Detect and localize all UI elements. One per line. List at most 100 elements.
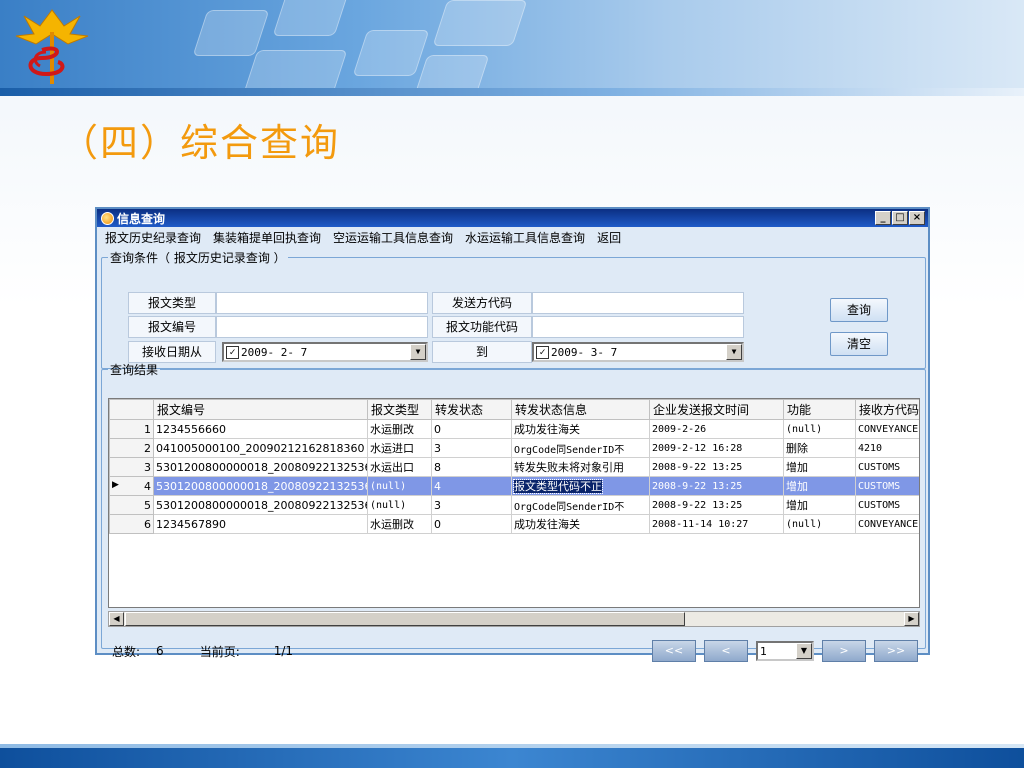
table-row-selected[interactable]: ▶ 4 5301200800000018_20080922132536 (null… xyxy=(109,476,919,496)
close-button[interactable]: × xyxy=(909,211,925,225)
cell-function[interactable]: 删除 xyxy=(783,438,856,458)
cell-receiver[interactable]: CUSTOMS xyxy=(855,457,919,477)
cell-function[interactable]: 增加 xyxy=(783,476,856,496)
cell-send-time[interactable]: 2008-9-22 13:25 xyxy=(649,495,784,515)
date-to-picker[interactable]: ✓ 2009- 3- 7 ▼ xyxy=(532,342,744,362)
cell-receiver[interactable]: CUSTOMS xyxy=(855,495,919,515)
clear-button[interactable]: 清空 xyxy=(830,332,888,356)
cell-send-time[interactable]: 2008-11-14 10:27 xyxy=(649,514,784,534)
results-grid[interactable]: 报文编号 报文类型 转发状态 转发状态信息 企业发送报文时间 功能 接收方代码 … xyxy=(108,398,920,608)
scroll-thumb[interactable] xyxy=(125,612,685,626)
app-icon xyxy=(101,211,114,225)
cell-receiver[interactable]: CONVEYANCE xyxy=(855,514,919,534)
cell-msg-type[interactable]: 水运删改 xyxy=(367,419,432,439)
cell-status-info[interactable]: OrgCode同SenderID不 xyxy=(511,495,650,515)
cell-msg-type[interactable]: (null) xyxy=(367,476,432,496)
menu-water-transport[interactable]: 水运运输工具信息查询 xyxy=(465,229,585,246)
column-header[interactable]: 转发状态信息 xyxy=(511,399,650,420)
column-header[interactable]: 功能 xyxy=(783,399,856,420)
menu-container-receipt[interactable]: 集装箱提单回执查询 xyxy=(213,229,321,246)
row-number: 3 xyxy=(109,457,154,477)
scroll-left-icon[interactable]: ◀ xyxy=(109,612,124,626)
func-code-input[interactable] xyxy=(532,316,744,338)
chevron-down-icon[interactable]: ▼ xyxy=(410,344,426,360)
row-number: 1 xyxy=(109,419,154,439)
cell-msg-type[interactable]: 水运进口 xyxy=(367,438,432,458)
chevron-down-icon[interactable]: ▼ xyxy=(726,344,742,360)
cell-status[interactable]: 3 xyxy=(431,495,512,515)
scroll-right-icon[interactable]: ▶ xyxy=(904,612,919,626)
cell-status-info[interactable]: 报文类型代码不正 xyxy=(511,476,650,496)
sender-code-input[interactable] xyxy=(532,292,744,314)
cell-msg-type[interactable]: 水运出口 xyxy=(367,457,432,477)
maximize-button[interactable]: □ xyxy=(892,211,908,225)
cell-receiver[interactable]: CONVEYANCE xyxy=(855,419,919,439)
first-page-button[interactable]: << xyxy=(652,640,696,662)
cell-function[interactable]: 增加 xyxy=(783,495,856,515)
cell-send-time[interactable]: 2009-2-12 16:28 xyxy=(649,438,784,458)
cell-msg-no[interactable]: 5301200800000018_20080922132536 xyxy=(153,495,368,515)
cell-function[interactable]: 增加 xyxy=(783,457,856,477)
msg-type-label: 报文类型 xyxy=(128,292,216,314)
menu-message-history[interactable]: 报文历史纪录查询 xyxy=(105,229,201,246)
cell-msg-type[interactable]: (null) xyxy=(367,495,432,515)
table-row[interactable]: 6 1234567890 水运删改 0 成功发往海关 2008-11-14 10… xyxy=(109,514,919,534)
next-page-button[interactable]: > xyxy=(822,640,866,662)
table-row[interactable]: 5 5301200800000018_20080922132536 (null)… xyxy=(109,495,919,515)
chevron-down-icon[interactable]: ▼ xyxy=(796,643,812,659)
row-number: 2 xyxy=(109,438,154,458)
cell-status[interactable]: 0 xyxy=(431,419,512,439)
cell-send-time[interactable]: 2009-2-26 xyxy=(649,419,784,439)
cell-status[interactable]: 0 xyxy=(431,514,512,534)
msg-no-input[interactable] xyxy=(216,316,428,338)
last-page-button[interactable]: >> xyxy=(874,640,918,662)
cell-msg-no[interactable]: 5301200800000018_20080922132536 xyxy=(153,457,368,477)
cell-status-info[interactable]: 成功发往海关 xyxy=(511,419,650,439)
cell-receiver[interactable]: CUSTOMS xyxy=(855,476,919,496)
cell-msg-no[interactable]: 041005000100_20090212162818360 xyxy=(153,438,368,458)
cell-status[interactable]: 4 xyxy=(431,476,512,496)
cell-receiver[interactable]: 4210 xyxy=(855,438,919,458)
page-select[interactable]: 1 ▼ xyxy=(756,641,814,661)
cell-msg-no[interactable]: 5301200800000018_20080922132536 xyxy=(153,476,368,496)
prev-page-button[interactable]: < xyxy=(704,640,748,662)
cell-status-info[interactable]: OrgCode同SenderID不 xyxy=(511,438,650,458)
results-footer: 总数: 6 当前页: 1/1 << < 1 ▼ > >> xyxy=(112,640,918,662)
column-header[interactable]: 接收方代码 xyxy=(855,399,919,420)
date-to-checkbox[interactable]: ✓ xyxy=(536,345,549,359)
header-banner xyxy=(0,0,1024,96)
column-header[interactable]: 企业发送报文时间 xyxy=(649,399,784,420)
cell-msg-no[interactable]: 1234567890 xyxy=(153,514,368,534)
cell-send-time[interactable]: 2008-9-22 13:25 xyxy=(649,457,784,477)
total-value: 6 xyxy=(156,644,164,658)
table-row[interactable]: 2 041005000100_20090212162818360 水运进口 3 … xyxy=(109,438,919,458)
cell-status-info[interactable]: 成功发往海关 xyxy=(511,514,650,534)
column-header[interactable]: 报文编号 xyxy=(153,399,368,420)
cell-function[interactable]: (null) xyxy=(783,419,856,439)
pager: << < 1 ▼ > >> xyxy=(652,640,918,662)
cell-msg-type[interactable]: 水运删改 xyxy=(367,514,432,534)
date-from-checkbox[interactable]: ✓ xyxy=(226,345,239,359)
window-titlebar[interactable]: 信息查询 _ □ × xyxy=(97,209,928,227)
query-window: 信息查询 _ □ × 报文历史纪录查询 集装箱提单回执查询 空运运输工具信息查询… xyxy=(95,207,930,662)
func-code-label: 报文功能代码 xyxy=(432,316,532,338)
cell-status-info[interactable]: 转发失败未将对象引用 xyxy=(511,457,650,477)
date-from-picker[interactable]: ✓ 2009- 2- 7 ▼ xyxy=(222,342,428,362)
cell-function[interactable]: (null) xyxy=(783,514,856,534)
table-row[interactable]: 3 5301200800000018_20080922132536 水运出口 8… xyxy=(109,457,919,477)
menu-back[interactable]: 返回 xyxy=(597,229,621,246)
customs-logo xyxy=(15,9,89,84)
table-row[interactable]: 1 1234556660 水运删改 0 成功发往海关 2009-2-26 (nu… xyxy=(109,419,919,439)
menu-air-transport[interactable]: 空运运输工具信息查询 xyxy=(333,229,453,246)
column-header[interactable]: 转发状态 xyxy=(431,399,512,420)
msg-type-input[interactable] xyxy=(216,292,428,314)
minimize-button[interactable]: _ xyxy=(875,211,891,225)
cell-status[interactable]: 8 xyxy=(431,457,512,477)
horizontal-scrollbar[interactable]: ◀ ▶ xyxy=(108,611,920,627)
cell-status[interactable]: 3 xyxy=(431,438,512,458)
query-button[interactable]: 查询 xyxy=(830,298,888,322)
column-header[interactable]: 报文类型 xyxy=(367,399,432,420)
cell-send-time[interactable]: 2008-9-22 13:25 xyxy=(649,476,784,496)
date-from-value: 2009- 2- 7 xyxy=(241,345,308,359)
cell-msg-no[interactable]: 1234556660 xyxy=(153,419,368,439)
